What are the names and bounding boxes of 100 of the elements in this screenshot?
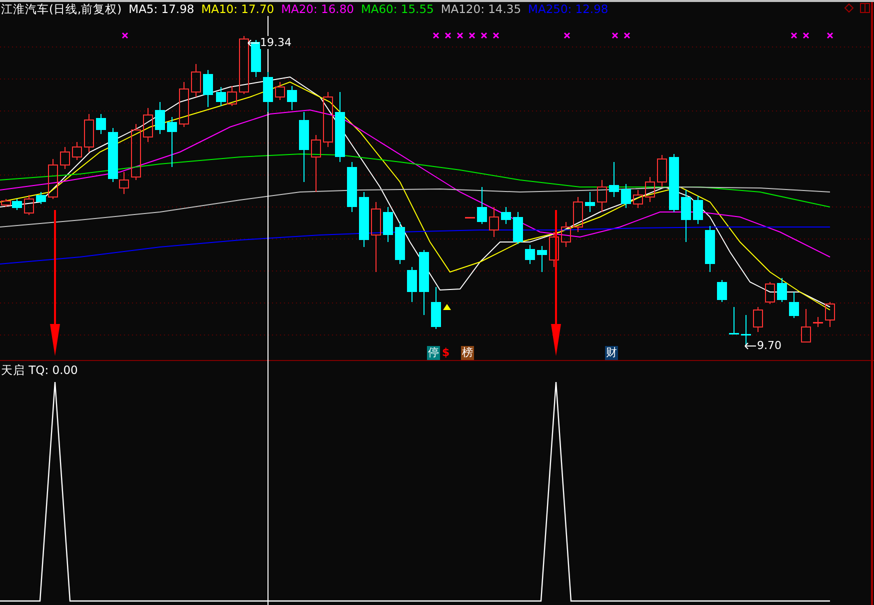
candlestick <box>513 212 523 244</box>
candlestick <box>729 306 739 334</box>
candlestick <box>395 222 405 264</box>
candlestick <box>633 190 643 208</box>
candlestick <box>335 92 345 162</box>
left-arrow-icon <box>247 38 259 46</box>
cross-mark-icon <box>492 32 500 39</box>
candlestick <box>191 64 201 98</box>
candlestick <box>251 40 261 78</box>
candlestick <box>801 308 811 342</box>
candlestick <box>645 176 655 202</box>
candlestick <box>669 154 679 212</box>
moving-average-value: MA60: 15.55 <box>360 2 434 16</box>
candlestick <box>777 278 787 302</box>
cross-mark-icon <box>432 32 440 39</box>
candlestick <box>753 306 763 332</box>
candlestick <box>48 158 58 200</box>
cross-mark-icon <box>468 32 476 39</box>
event-badge: 财 <box>605 346 618 360</box>
moving-average-value: MA250: 12.98 <box>528 2 608 16</box>
candlestick <box>72 142 82 160</box>
candlestick <box>741 314 751 346</box>
cross-mark-icon <box>826 32 834 39</box>
price-label: 9.70 <box>757 339 782 352</box>
candlestick <box>465 216 475 218</box>
cross-mark-icon <box>480 32 488 39</box>
cross-mark-icon <box>564 32 570 39</box>
candlestick <box>489 206 499 238</box>
candlestick <box>501 206 511 224</box>
cross-mark-icon <box>624 32 630 39</box>
candlestick <box>585 192 595 212</box>
down-arrow-icon <box>551 210 561 356</box>
cross-mark-icon <box>612 32 618 39</box>
candlestick <box>383 206 393 242</box>
candlestick <box>287 86 297 110</box>
down-arrow-icon <box>50 210 60 356</box>
candlestick <box>155 102 165 134</box>
candlestick <box>621 184 631 208</box>
candlestick <box>227 86 237 106</box>
candlestick <box>825 302 835 328</box>
moving-average-value: MA20: 16.80 <box>281 2 354 16</box>
moving-average-value: MA5: 17.98 <box>128 2 194 16</box>
diamond-icon[interactable] <box>844 3 854 13</box>
candlestick <box>203 70 213 108</box>
candlestick <box>561 222 571 248</box>
moving-average-value: MA120: 14.35 <box>440 2 522 16</box>
candlestick <box>657 154 667 188</box>
candlestick <box>407 266 417 302</box>
stock-title: 江淮汽车(日线,前复权) <box>1 2 122 16</box>
candlestick <box>239 36 249 94</box>
dollar-marker: $ <box>441 346 451 360</box>
candlestick <box>143 108 153 142</box>
cross-mark-icon <box>790 32 798 39</box>
candlestick <box>537 246 547 272</box>
triangle-marker-icon <box>443 304 451 310</box>
candlestick <box>96 114 106 134</box>
candlestick <box>549 232 559 268</box>
candlestick <box>12 198 22 210</box>
candlestick <box>431 286 441 330</box>
price-label: 19.34 <box>260 36 292 49</box>
candlestick <box>371 202 381 272</box>
candlestick <box>131 124 141 180</box>
candlestick <box>275 82 285 100</box>
candlestick <box>347 162 357 212</box>
candlestick <box>789 292 799 318</box>
candlestick <box>1 198 11 208</box>
candlestick <box>263 72 273 112</box>
split-window-icon[interactable] <box>860 3 870 13</box>
candlestick <box>681 190 691 242</box>
candlestick <box>24 194 34 216</box>
candlestick <box>717 280 727 302</box>
candlestick <box>359 192 369 248</box>
candlestick <box>311 134 321 192</box>
candlestick <box>60 146 70 170</box>
candlestick <box>299 112 309 182</box>
indicator-label: 天启 TQ: 0.00 <box>1 363 78 378</box>
candlestick <box>597 180 607 212</box>
candlestick <box>179 82 189 128</box>
candlestick <box>323 92 333 148</box>
candlestick <box>419 250 429 316</box>
candlestick <box>693 196 703 224</box>
candlestick <box>84 114 94 152</box>
cross-mark-icon <box>802 32 810 39</box>
candlestick <box>573 196 583 232</box>
moving-average-value: MA10: 17.70 <box>201 2 274 16</box>
candlestick <box>167 116 177 168</box>
cross-mark-icon <box>444 32 452 39</box>
candlestick <box>705 226 715 272</box>
cross-mark-icon <box>122 32 128 39</box>
candlestick <box>36 192 46 204</box>
candlestick <box>609 162 619 198</box>
event-badge: 停 <box>427 346 440 360</box>
candlestick <box>525 244 535 264</box>
candlestick <box>813 316 823 328</box>
cross-mark-icon <box>456 32 464 39</box>
candlestick <box>477 186 487 224</box>
event-badge: 榜 <box>461 346 474 360</box>
candlestick <box>216 86 226 106</box>
left-arrow-icon <box>744 342 756 350</box>
candlestick <box>765 282 775 304</box>
